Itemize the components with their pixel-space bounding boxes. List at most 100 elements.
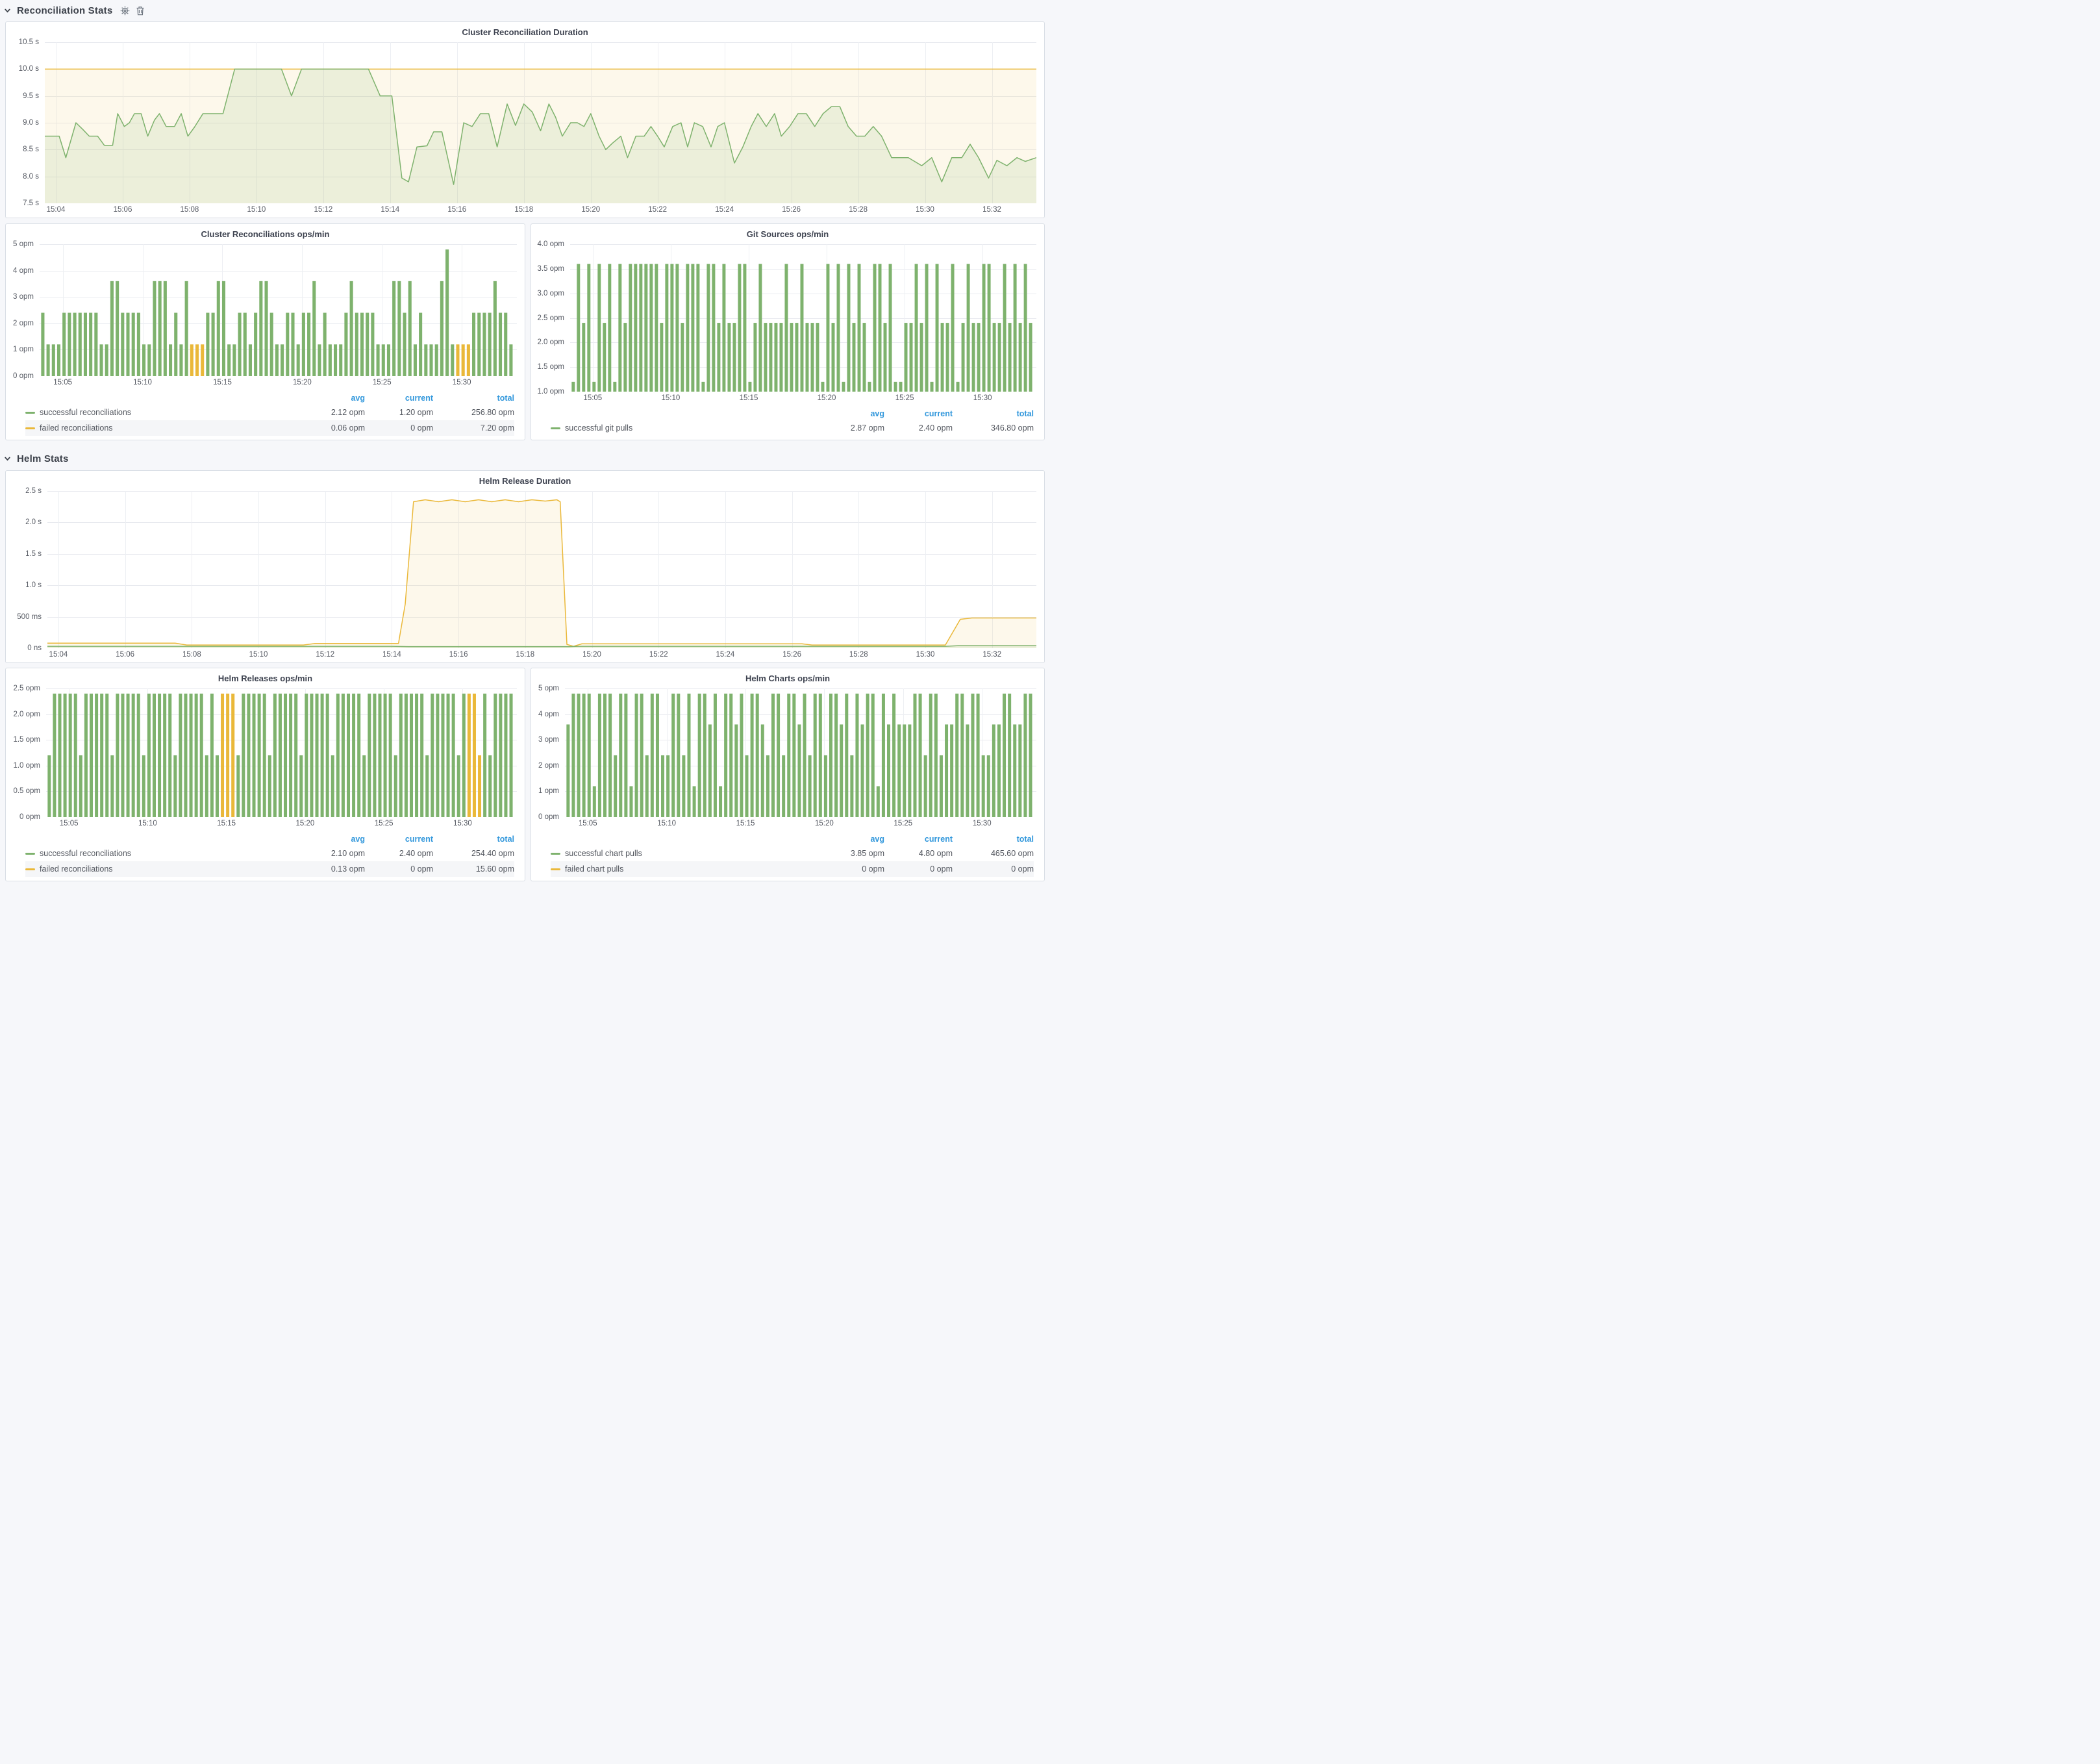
panel-title[interactable]: Cluster Reconciliations ops/min — [6, 224, 525, 240]
x-tick-label: 15:06 — [114, 206, 132, 214]
legend-series-swatch-icon — [551, 853, 560, 855]
legend-column-header[interactable]: avg — [816, 409, 884, 418]
chevron-down-icon[interactable] — [4, 7, 11, 14]
legend-value: 2.40 opm — [365, 849, 433, 858]
x-tick-label: 15:14 — [381, 206, 399, 214]
legend-header-row: avgcurrenttotal — [551, 833, 1034, 846]
plot-area[interactable] — [47, 491, 1036, 648]
y-tick-label: 1.0 opm — [13, 762, 40, 770]
chart-helm-releases-ops[interactable]: 2.5 opm2.0 opm1.5 opm1.0 opm0.5 opm0 opm… — [8, 688, 517, 830]
y-tick-label: 1.0 s — [25, 581, 42, 589]
plot-area[interactable] — [570, 244, 1036, 392]
chart-cluster-reconciliations-ops[interactable]: 5 opm4 opm3 opm2 opm1 opm0 opm 15:0515:1… — [8, 244, 517, 389]
panel-cluster-reconciliations-ops: Cluster Reconciliations ops/min 5 opm4 o… — [5, 223, 525, 440]
section-title[interactable]: Helm Stats — [17, 453, 69, 464]
y-tick-label: 0 opm — [538, 813, 559, 821]
panel-title[interactable]: Helm Releases ops/min — [6, 668, 525, 685]
x-tick-label: 15:25 — [895, 394, 914, 402]
legend-series-name: successful reconciliations — [40, 408, 131, 417]
x-tick-label: 15:18 — [514, 206, 533, 214]
legend-value: 2.40 opm — [884, 423, 953, 433]
y-tick-label: 2.5 s — [25, 487, 42, 495]
legend-column-header[interactable]: total — [433, 835, 514, 844]
plot-area[interactable] — [40, 244, 517, 376]
legend-value: 346.80 opm — [953, 423, 1034, 433]
y-tick-label: 4 opm — [13, 267, 34, 275]
legend-column-header[interactable]: avg — [816, 835, 884, 844]
section-title[interactable]: Reconciliation Stats — [17, 5, 112, 16]
panel-git-sources-ops: Git Sources ops/min 4.0 opm3.5 opm3.0 op… — [531, 223, 1045, 440]
legend-value: 0 opm — [953, 864, 1034, 874]
x-axis: 15:0515:1015:1515:2015:2515:30 — [570, 392, 1036, 405]
y-tick-label: 1.5 opm — [537, 363, 564, 371]
legend-column-header[interactable]: total — [953, 409, 1034, 418]
x-tick-label: 15:20 — [818, 394, 836, 402]
panel-title[interactable]: Helm Release Duration — [6, 471, 1044, 487]
chart-helm-charts-ops[interactable]: 5 opm4 opm3 opm2 opm1 opm0 opm 15:0515:1… — [534, 688, 1036, 830]
x-tick-label: 15:04 — [49, 651, 68, 659]
y-tick-label: 1 opm — [538, 787, 559, 795]
x-tick-label: 15:25 — [894, 820, 912, 827]
x-tick-label: 15:20 — [815, 820, 834, 827]
chart-cluster-reconciliation-duration[interactable]: 10.5 s10.0 s9.5 s9.0 s8.5 s8.0 s7.5 s 15… — [8, 42, 1036, 216]
legend-series-name: successful reconciliations — [40, 849, 131, 858]
line-series-canvas — [47, 491, 1036, 648]
y-tick-label: 5 opm — [13, 240, 34, 248]
legend-column-header[interactable]: total — [433, 394, 514, 403]
legend-series-label[interactable]: successful reconciliations — [25, 408, 297, 417]
x-tick-label: 15:06 — [116, 651, 134, 659]
legend-series-label[interactable]: successful reconciliations — [25, 849, 297, 858]
x-axis: 15:0515:1015:1515:2015:2515:30 — [46, 817, 517, 830]
trash-icon[interactable] — [136, 6, 145, 16]
x-tick-label: 15:04 — [47, 206, 66, 214]
legend-series-swatch-icon — [551, 427, 560, 429]
panel-title[interactable]: Cluster Reconciliation Duration — [6, 22, 1044, 38]
y-tick-label: 10.5 s — [19, 38, 39, 46]
panel-title[interactable]: Git Sources ops/min — [531, 224, 1044, 240]
dashboard: Reconciliation Stats Cluster Reconciliat… — [0, 0, 1050, 882]
x-tick-label: 15:10 — [661, 394, 680, 402]
chart-helm-release-duration[interactable]: 2.5 s2.0 s1.5 s1.0 s500 ms0 ns 15:0415:0… — [8, 491, 1036, 661]
panel-title[interactable]: Helm Charts ops/min — [531, 668, 1044, 685]
bar-series-canvas — [40, 244, 517, 376]
plot-area[interactable] — [565, 688, 1036, 817]
x-tick-label: 15:30 — [453, 820, 472, 827]
y-tick-label: 3 opm — [538, 736, 559, 744]
plot-area[interactable] — [46, 688, 517, 817]
y-tick-label: 2.0 opm — [537, 338, 564, 346]
legend-value: 0 opm — [816, 864, 884, 874]
y-tick-label: 3.5 opm — [537, 265, 564, 273]
legend-series-label[interactable]: failed reconciliations — [25, 864, 297, 874]
y-tick-label: 8.0 s — [23, 173, 39, 181]
legend-column-header[interactable]: avg — [297, 835, 365, 844]
gear-icon[interactable] — [120, 6, 130, 16]
legend-series-label[interactable]: successful git pulls — [551, 423, 816, 433]
legend-series-label[interactable]: failed chart pulls — [551, 864, 816, 874]
legend-value: 0.13 opm — [297, 864, 365, 874]
legend-series-label[interactable]: successful chart pulls — [551, 849, 816, 858]
chart-git-sources-ops[interactable]: 4.0 opm3.5 opm3.0 opm2.5 opm2.0 opm1.5 o… — [534, 244, 1036, 405]
y-tick-label: 5 opm — [538, 685, 559, 692]
legend-column-header[interactable]: current — [884, 409, 953, 418]
chevron-down-icon[interactable] — [4, 455, 11, 462]
legend-column-header[interactable]: total — [953, 835, 1034, 844]
plot-area[interactable] — [45, 42, 1036, 203]
x-tick-label: 15:30 — [453, 379, 471, 386]
panel-helm-release-duration: Helm Release Duration 2.5 s2.0 s1.5 s1.0… — [5, 470, 1045, 663]
legend-series-label[interactable]: failed reconciliations — [25, 423, 297, 433]
legend-value: 15.60 opm — [433, 864, 514, 874]
x-tick-label: 15:22 — [649, 651, 668, 659]
legend-row: failed chart pulls0 opm0 opm0 opm — [551, 861, 1034, 877]
x-axis: 15:0415:0615:0815:1015:1215:1415:1615:18… — [47, 648, 1036, 661]
legend-column-header[interactable]: current — [365, 835, 433, 844]
legend-column-header[interactable]: current — [884, 835, 953, 844]
x-tick-label: 15:24 — [716, 651, 735, 659]
legend-git-sources: avgcurrenttotalsuccessful git pulls2.87 … — [551, 407, 1034, 436]
legend-value: 254.40 opm — [433, 849, 514, 858]
x-tick-label: 15:14 — [382, 651, 401, 659]
y-tick-label: 2 opm — [538, 762, 559, 770]
legend-column-header[interactable]: avg — [297, 394, 365, 403]
legend-row: successful chart pulls3.85 opm4.80 opm46… — [551, 846, 1034, 861]
x-axis: 15:0515:1015:1515:2015:2515:30 — [40, 376, 517, 389]
legend-column-header[interactable]: current — [365, 394, 433, 403]
